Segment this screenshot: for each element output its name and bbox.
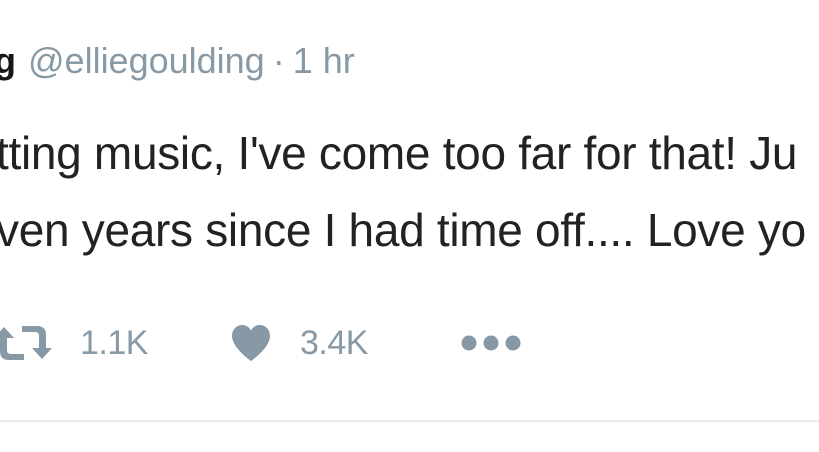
retweet-icon <box>0 323 52 363</box>
like-count: 3.4K <box>300 323 368 362</box>
tweet-timestamp[interactable]: 1 hr <box>293 40 355 81</box>
separator-dot: · <box>272 40 285 81</box>
tweet-divider <box>0 420 819 422</box>
user-handle[interactable]: @elliegoulding <box>28 40 265 81</box>
tweet-text-line: ven years since I had time off.... Love … <box>0 204 806 256</box>
tweet-actions: 1.1K 3.4K <box>0 312 819 374</box>
retweet-button[interactable]: 1.1K <box>0 312 148 374</box>
more-options-button[interactable] <box>460 312 522 374</box>
display-name[interactable]: g <box>0 40 16 81</box>
more-dots-icon <box>460 333 522 353</box>
tweet-header: g @elliegoulding · 1 hr <box>0 38 355 84</box>
tweet-card[interactable]: g @elliegoulding · 1 hr tting music, I've c… <box>0 0 819 452</box>
heart-icon <box>230 323 272 363</box>
like-button[interactable]: 3.4K <box>230 312 368 374</box>
tweet-text-line: tting music, I've come too far for that!… <box>0 127 798 179</box>
tweet-text: tting music, I've come too far for that!… <box>0 115 806 269</box>
retweet-count: 1.1K <box>80 323 148 362</box>
